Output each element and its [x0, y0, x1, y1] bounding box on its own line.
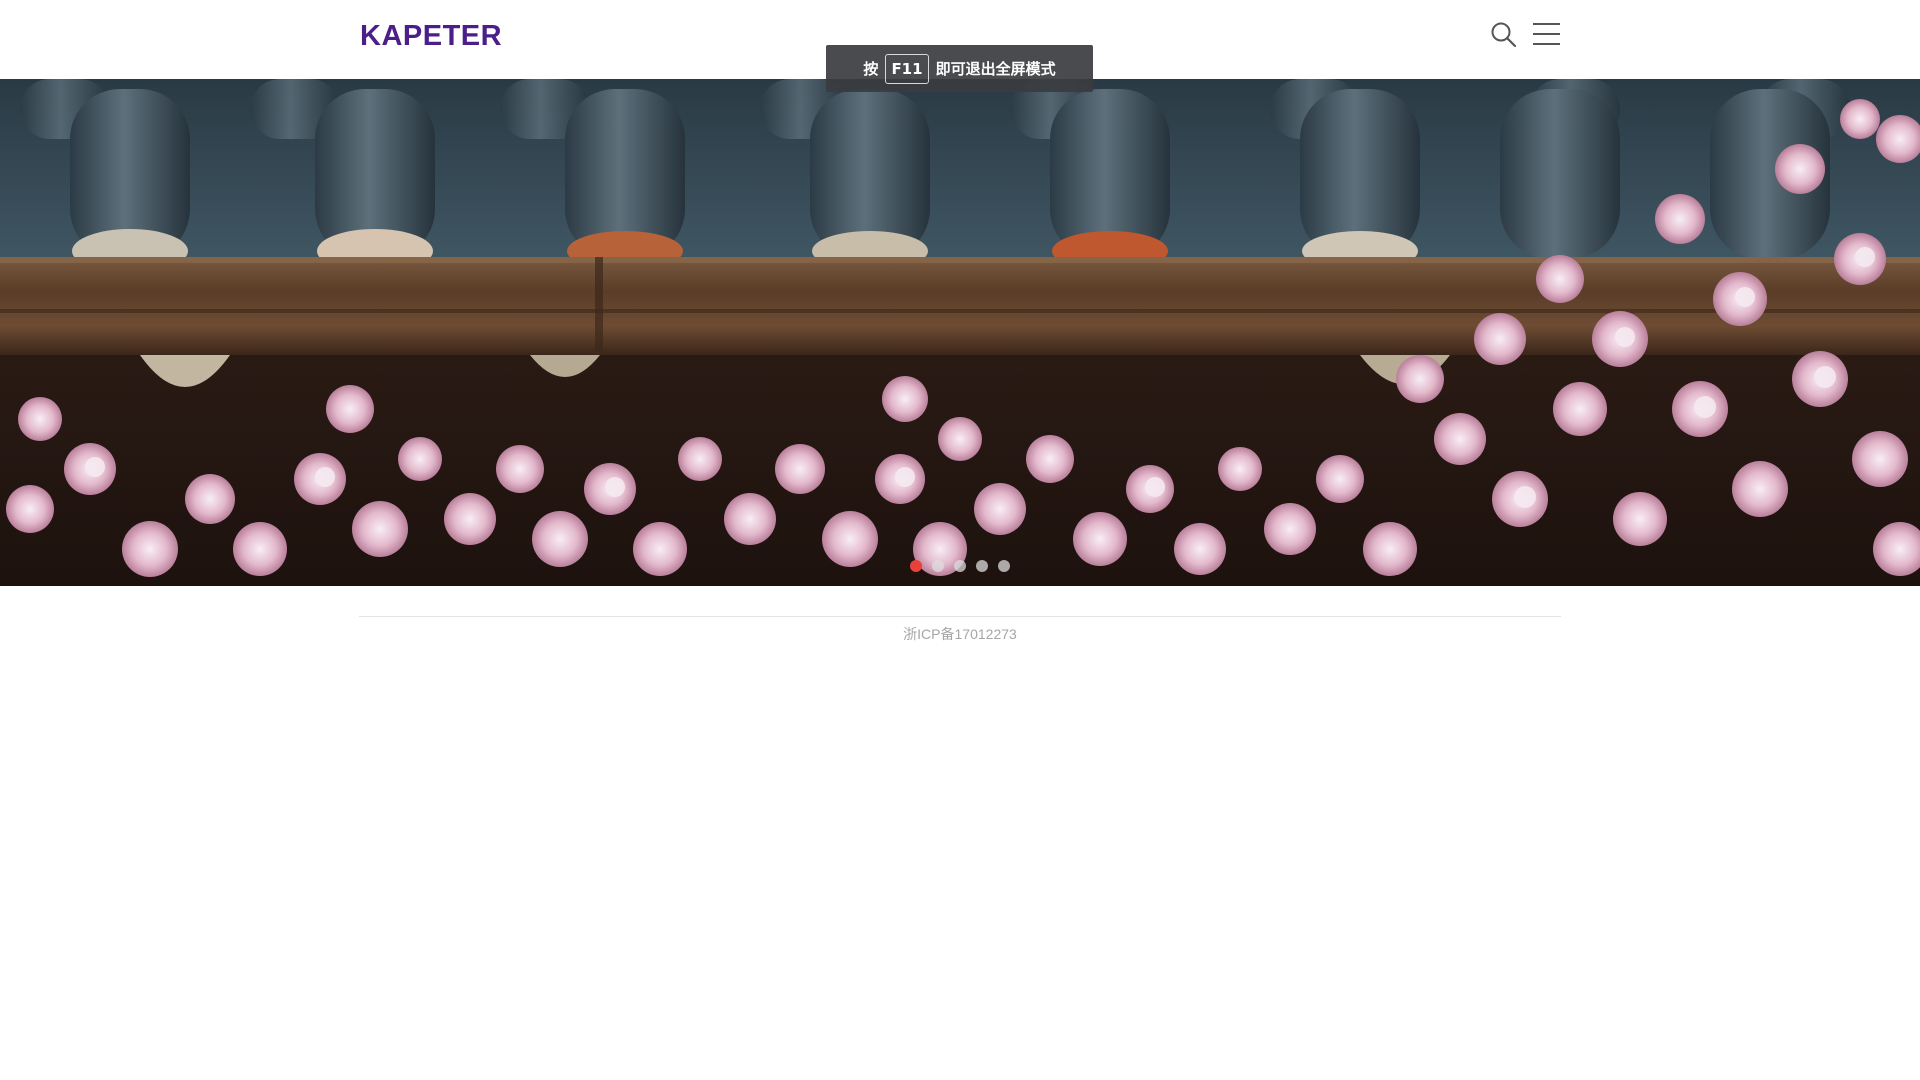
- banner-image: [0, 79, 1920, 586]
- hero-banner-slide[interactable]: [0, 79, 1920, 586]
- menu-button[interactable]: [1531, 20, 1561, 50]
- notice-prefix: 按: [863, 60, 879, 78]
- hamburger-menu-icon: [1533, 23, 1560, 45]
- carousel-dot-2[interactable]: [932, 560, 944, 572]
- carousel-dot-1[interactable]: [910, 560, 922, 572]
- carousel-dot-5[interactable]: [998, 560, 1010, 572]
- site-logo[interactable]: KAPETER: [360, 19, 502, 53]
- fullscreen-exit-notice: 按 F11 即可退出全屏模式: [826, 45, 1093, 92]
- carousel-dot-4[interactable]: [976, 560, 988, 572]
- notice-suffix: 即可退出全屏模式: [935, 60, 1056, 78]
- search-icon: [1491, 22, 1517, 48]
- icp-license-link[interactable]: 浙ICP备17012273: [0, 624, 1920, 644]
- carousel-dot-3[interactable]: [954, 560, 966, 572]
- carousel-indicators: [0, 560, 1920, 574]
- f11-key-badge: F11: [885, 53, 929, 84]
- footer-divider: [359, 616, 1561, 617]
- search-button[interactable]: [1489, 20, 1519, 50]
